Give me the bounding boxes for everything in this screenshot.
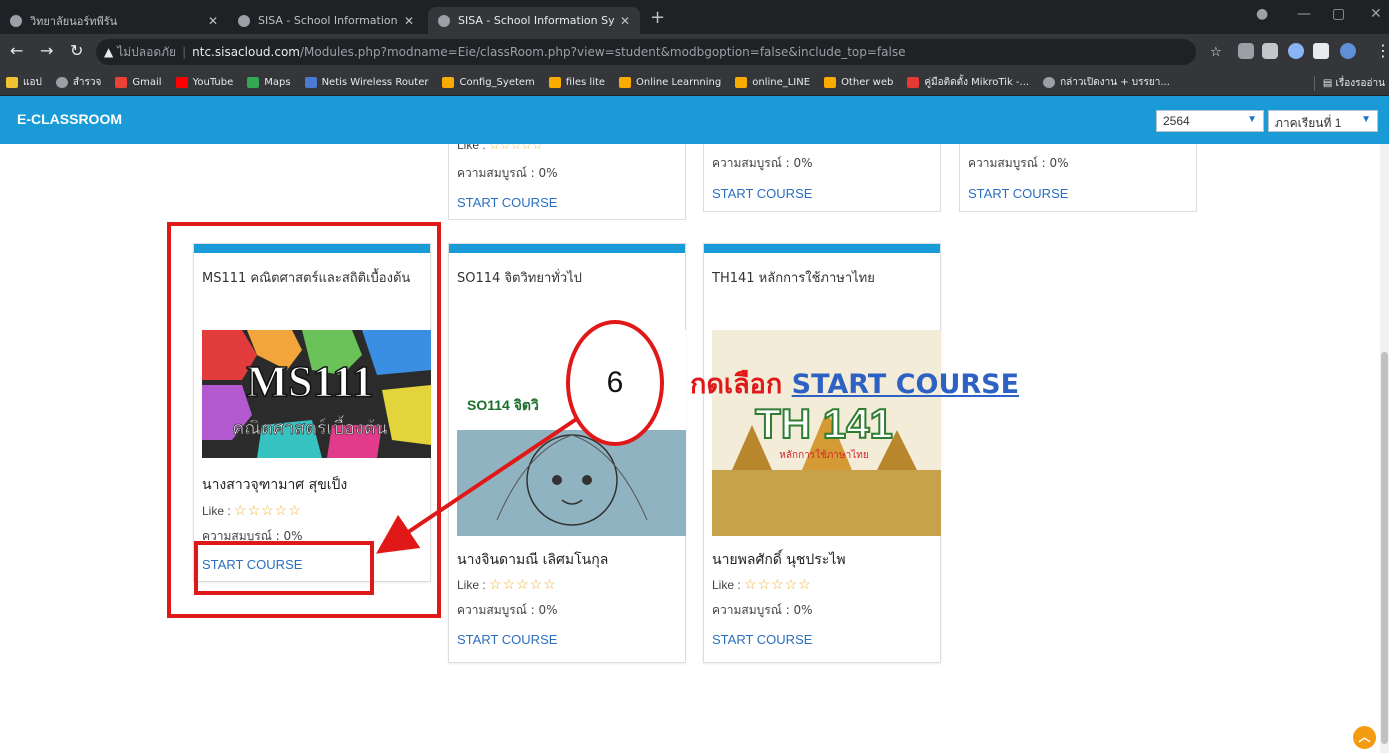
- step-number-badge: 6: [566, 320, 664, 446]
- instruction-callout: กดเลือก START COURSE: [690, 362, 1019, 405]
- scrollbar-thumb[interactable]: [1381, 352, 1388, 744]
- instruction-verb: กดเลือก: [690, 369, 783, 400]
- step-number: 6: [606, 366, 624, 399]
- instruction-target: START COURSE: [791, 369, 1020, 400]
- scroll-to-top-button[interactable]: ︿: [1353, 726, 1376, 749]
